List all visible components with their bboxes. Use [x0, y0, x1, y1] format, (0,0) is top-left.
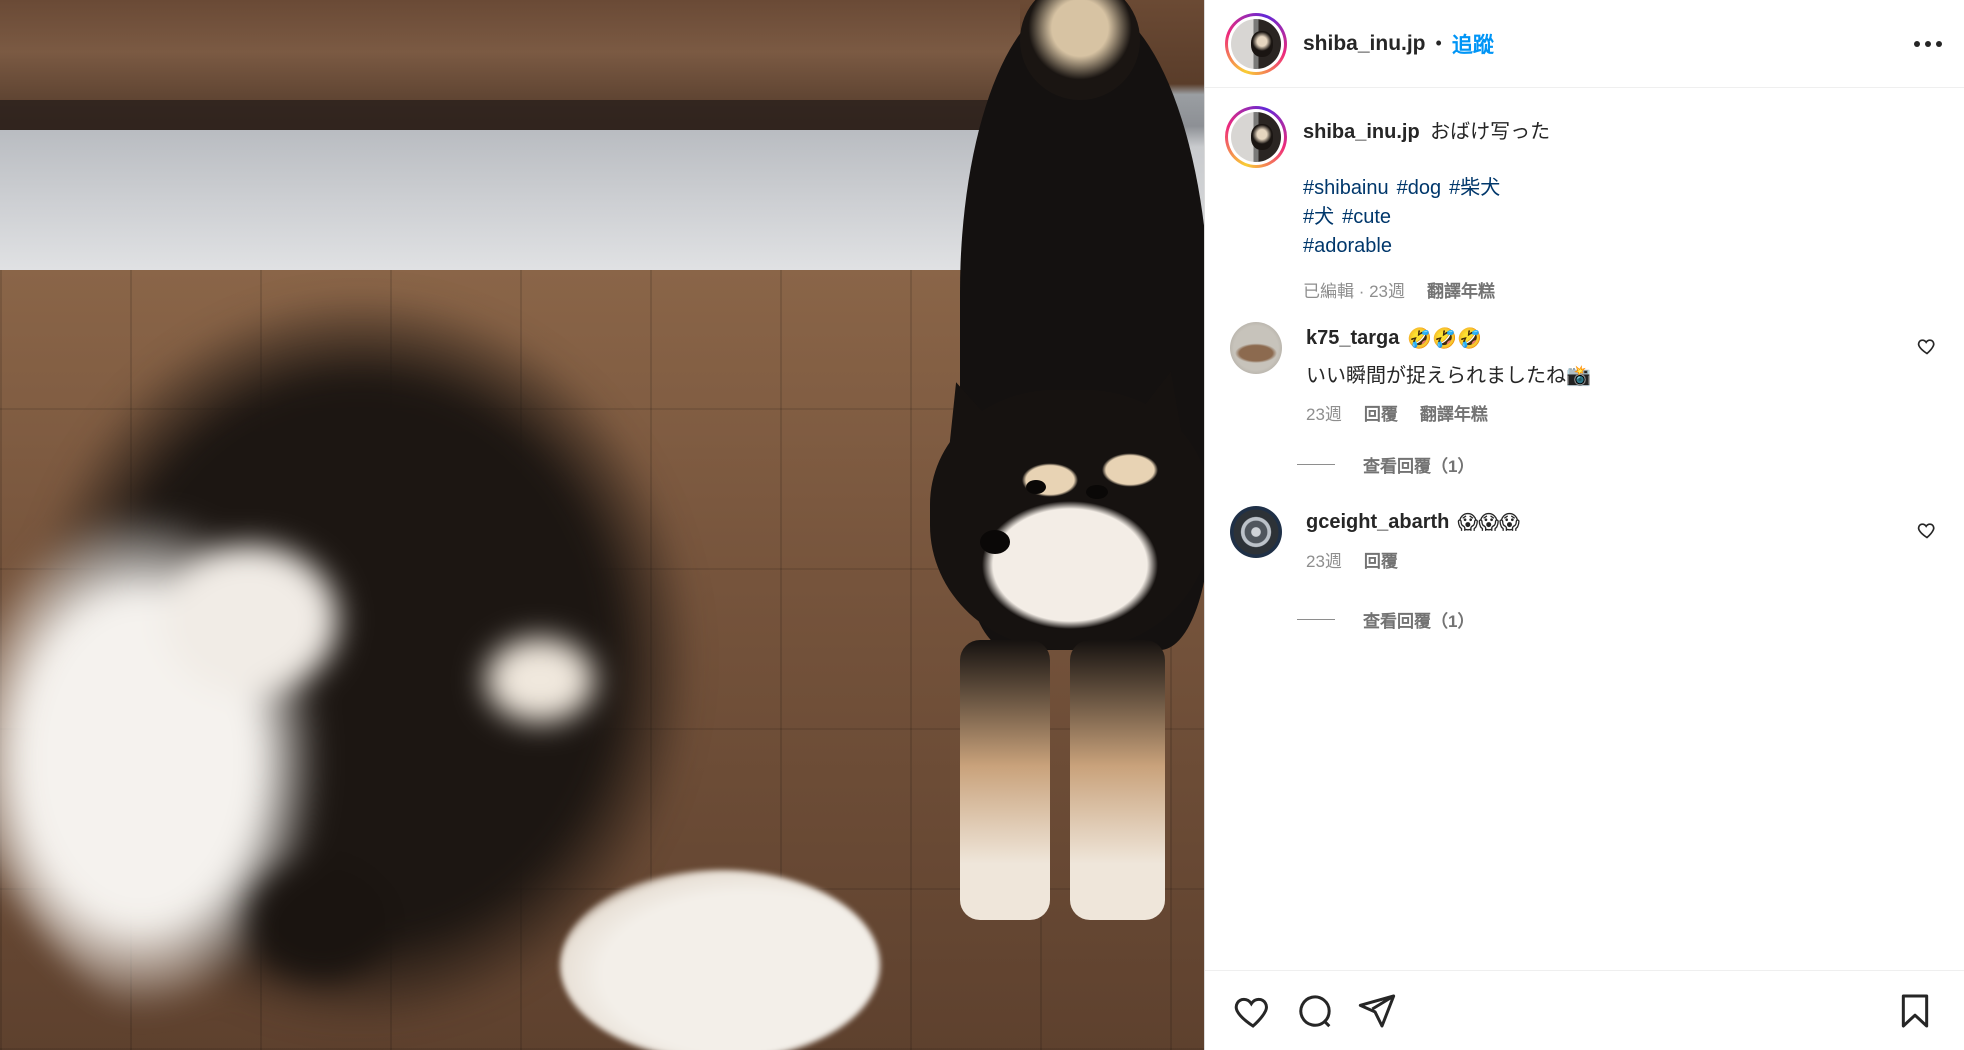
commenter-avatar[interactable] — [1230, 322, 1282, 374]
view-replies-label: 查看回覆（1） — [1363, 612, 1475, 631]
like-comment-heart-icon[interactable] — [1917, 520, 1937, 540]
post-header: shiba_inu.jp • 追蹤 — [1205, 0, 1964, 88]
avatar[interactable] — [1225, 12, 1287, 75]
separator-dot: • — [1435, 33, 1442, 53]
post-dialog: shiba_inu.jp • 追蹤 shiba_inu.jp おばけ写った #s… — [0, 0, 1964, 1050]
reply-button[interactable]: 回覆 — [1364, 547, 1398, 572]
comment-time: 23週 — [1306, 552, 1342, 571]
translate-button[interactable]: 翻譯年糕 — [1427, 277, 1495, 302]
paper-plane-icon[interactable] — [1357, 991, 1397, 1031]
post-actions — [1205, 970, 1964, 1050]
comment-emoji: 🤣🤣🤣 — [1407, 328, 1483, 350]
hashtag-link[interactable]: #柴犬 — [1449, 177, 1500, 199]
like-comment-heart-icon[interactable] — [1917, 336, 1937, 356]
caption: shiba_inu.jp おばけ写った #shibainu #dog #柴犬 #犬 #… — [1225, 106, 1945, 302]
hashtags: #shibainu #dog #柴犬 #犬 #cute #adorable — [1303, 174, 1550, 261]
hashtag-link[interactable]: #adorable — [1303, 235, 1392, 257]
comment: k75_targa 🤣🤣🤣 いい瞬間が捉えられましたね📸 23週 回覆 翻譯年糕 — [1225, 322, 1945, 425]
commenter-username[interactable]: k75_targa — [1306, 327, 1399, 350]
comment-time: 23週 — [1306, 405, 1342, 424]
view-replies-label: 查看回覆（1） — [1363, 457, 1475, 476]
shiba-dog — [918, 0, 1204, 940]
commenter-avatar[interactable] — [1230, 506, 1282, 558]
comment-bubble-icon[interactable] — [1295, 991, 1335, 1031]
caption-avatar[interactable] — [1225, 106, 1287, 168]
caption-username[interactable]: shiba_inu.jp — [1303, 121, 1420, 143]
author-username[interactable]: shiba_inu.jp — [1303, 32, 1426, 56]
hashtag-link[interactable]: #犬 — [1303, 206, 1334, 228]
heart-icon[interactable] — [1233, 991, 1273, 1031]
comment-emoji: 😱😱😱 — [1457, 512, 1520, 534]
hashtag-link[interactable]: #cute — [1342, 206, 1391, 228]
caption-text: おばけ写った — [1430, 121, 1551, 143]
edited-time: 已編輯 · 23週 — [1303, 282, 1406, 301]
post-sidebar: shiba_inu.jp • 追蹤 shiba_inu.jp おばけ写った #s… — [1204, 0, 1964, 1050]
commenter-username[interactable]: gceight_abarth — [1306, 511, 1449, 534]
comment-text: いい瞬間が捉えられましたね📸 — [1306, 365, 1591, 387]
bookmark-icon[interactable] — [1895, 991, 1935, 1031]
view-replies-button[interactable]: 查看回覆（1） — [1297, 452, 1474, 477]
post-photo — [0, 0, 1204, 1050]
hashtag-link[interactable]: #dog — [1397, 177, 1442, 199]
more-options-icon[interactable] — [1908, 28, 1948, 60]
translate-button[interactable]: 翻譯年糕 — [1420, 400, 1488, 425]
hashtag-link[interactable]: #shibainu — [1303, 177, 1389, 199]
view-replies-button[interactable]: 查看回覆（1） — [1297, 607, 1474, 632]
comment: gceight_abarth 😱😱😱 23週 回覆 — [1225, 506, 1945, 572]
reply-button[interactable]: 回覆 — [1364, 400, 1398, 425]
follow-button[interactable]: 追蹤 — [1452, 29, 1494, 59]
